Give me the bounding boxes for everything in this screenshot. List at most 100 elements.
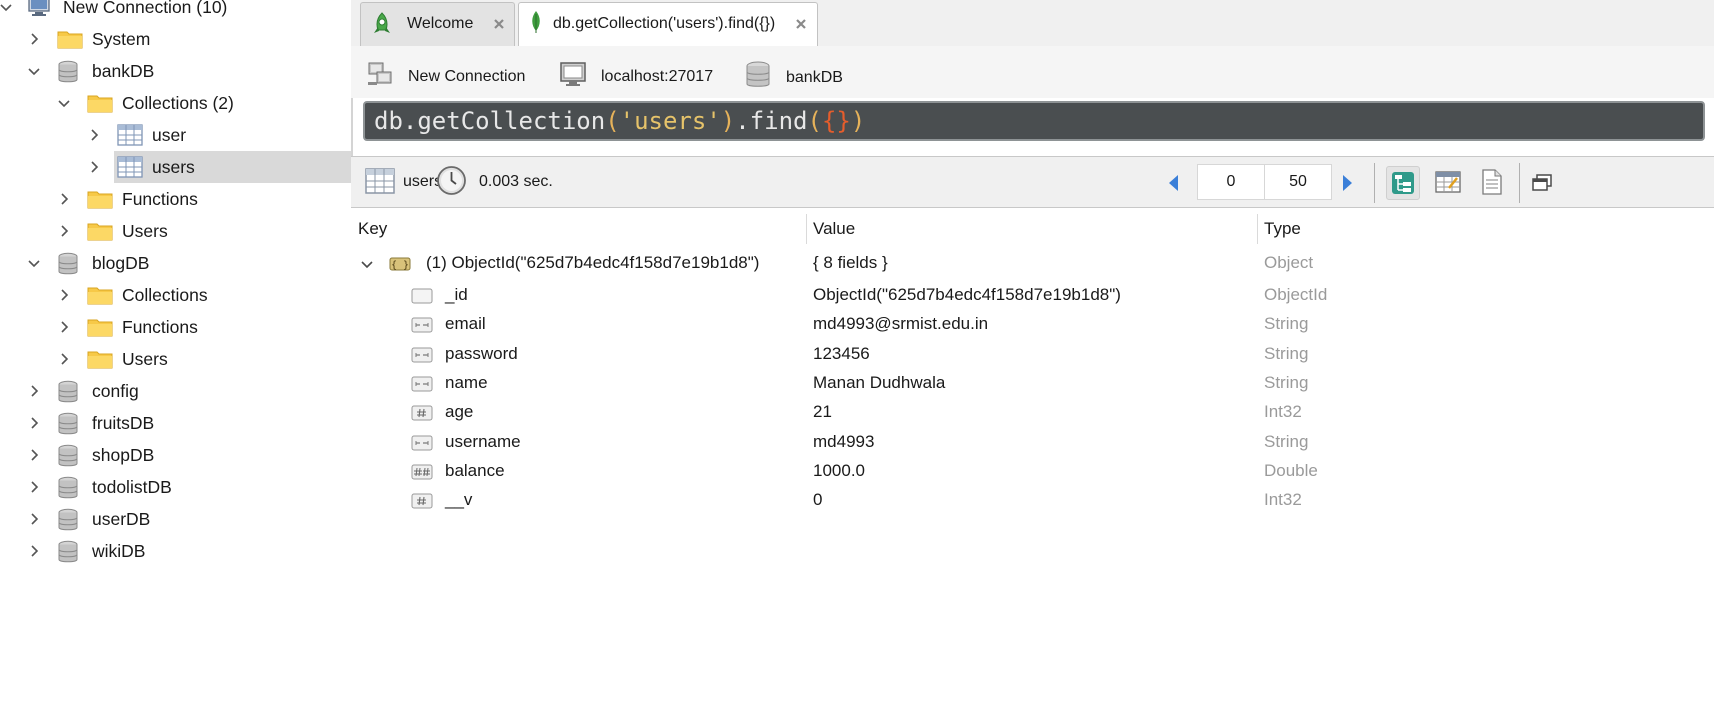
limit-input[interactable]: [1264, 164, 1332, 200]
sidebar-item-users[interactable]: users: [0, 151, 351, 183]
field-type: Int32: [1264, 402, 1302, 422]
sidebar-item-user[interactable]: user: [0, 119, 351, 151]
sidebar-item-functions[interactable]: Functions: [0, 183, 351, 215]
chevron-right-icon[interactable]: [87, 128, 101, 142]
sidebar-item-collections[interactable]: Collections: [0, 279, 351, 311]
sidebar-item-label: user: [152, 125, 187, 145]
connection-name: New Connection: [366, 60, 525, 93]
string-field-icon: [411, 347, 433, 368]
tab-welcome[interactable]: Welcome: [360, 2, 515, 46]
computer-icon: [27, 0, 53, 18]
field-row[interactable]: age 21 Int32: [351, 397, 1714, 429]
sidebar-item-config[interactable]: config: [0, 375, 351, 407]
database-icon: [744, 60, 772, 95]
sidebar-item-functions[interactable]: Functions: [0, 311, 351, 343]
sidebar-item-blogdb[interactable]: blogDB: [0, 247, 351, 279]
field-type: String: [1264, 372, 1309, 392]
document-value: { 8 fields }: [813, 253, 888, 272]
column-header-key[interactable]: Key: [351, 208, 806, 250]
field-type: ObjectId: [1264, 285, 1328, 304]
close-icon[interactable]: [794, 16, 808, 30]
field-key: email: [445, 314, 486, 334]
field-row[interactable]: email md4993@srmist.edu.in String: [351, 309, 1714, 341]
sidebar-item-system[interactable]: System: [0, 23, 351, 55]
sidebar-item-new-connection-10[interactable]: New Connection (10): [0, 0, 351, 23]
text-view-button[interactable]: [1475, 166, 1509, 200]
sidebar-item-users[interactable]: Users: [0, 343, 351, 375]
chevron-right-icon[interactable]: [27, 32, 41, 46]
sidebar-item-wikidb[interactable]: wikiDB: [0, 535, 351, 567]
field-value: md4993@srmist.edu.in: [813, 314, 989, 334]
sidebar-item-todolistdb[interactable]: todolistDB: [0, 471, 351, 503]
sidebar-item-shopdb[interactable]: shopDB: [0, 439, 351, 471]
sidebar-item-users[interactable]: Users: [0, 215, 351, 247]
column-header-type[interactable]: Type: [1257, 208, 1714, 250]
field-row[interactable]: _id ObjectId("625d7b4edc4f158d7e19b1d8") O…: [351, 280, 1714, 312]
folder-icon: [57, 28, 83, 50]
sidebar-item-collections-2[interactable]: Collections (2): [0, 87, 351, 119]
toolbar-divider: [1374, 163, 1375, 203]
tree-view-button[interactable]: [1386, 166, 1420, 200]
chevron-down-icon[interactable]: [27, 256, 41, 270]
database-icon: [57, 252, 83, 275]
field-row[interactable]: username md4993 String: [351, 427, 1714, 459]
robomongo-logo-icon: [371, 12, 393, 41]
query-function: db.getCollection: [374, 107, 606, 135]
field-key: name: [445, 372, 488, 392]
chevron-right-icon[interactable]: [87, 160, 101, 174]
close-icon[interactable]: [492, 16, 506, 30]
chevron-right-icon[interactable]: [57, 288, 71, 302]
column-header-value[interactable]: Value: [806, 208, 1257, 250]
sidebar-item-label: System: [92, 29, 151, 49]
collection-table-icon: [365, 167, 395, 200]
chevron-right-icon[interactable]: [27, 544, 41, 558]
chevron-down-icon[interactable]: [57, 96, 71, 110]
field-value: 123456: [813, 343, 870, 363]
database-icon: [57, 60, 83, 83]
previous-page-icon[interactable]: [1166, 173, 1180, 198]
chevron-right-icon[interactable]: [27, 448, 41, 462]
field-row[interactable]: name Manan Dudhwala String: [351, 368, 1714, 400]
tab-query[interactable]: db.getCollection('users').find({}): [518, 2, 818, 47]
field-row[interactable]: __v 0 Int32: [351, 485, 1714, 517]
toolbar-divider: [1519, 163, 1520, 203]
table-view-icon: [1435, 170, 1461, 199]
query-editor[interactable]: db.getCollection('users').find({}): [363, 101, 1705, 141]
connection-label: New Connection: [408, 67, 526, 85]
sidebar-item-label: Users: [122, 221, 168, 241]
sidebar-item-userdb[interactable]: userDB: [0, 503, 351, 535]
chevron-right-icon[interactable]: [57, 224, 71, 238]
document-root-row[interactable]: { } (1) ObjectId("625d7b4edc4f158d7e19b1…: [351, 248, 1714, 280]
database-icon: [57, 540, 83, 563]
database-icon: [57, 380, 83, 403]
sidebar-item-label: Users: [122, 349, 168, 369]
sidebar-item-bankdb[interactable]: bankDB: [0, 55, 351, 87]
chevron-right-icon[interactable]: [57, 320, 71, 334]
chevron-down-icon[interactable]: [0, 0, 13, 14]
chevron-right-icon[interactable]: [27, 512, 41, 526]
chevron-right-icon[interactable]: [27, 416, 41, 430]
chevron-right-icon[interactable]: [27, 384, 41, 398]
chevron-down-icon[interactable]: [27, 64, 41, 78]
next-page-icon[interactable]: [1341, 173, 1355, 198]
sidebar-item-label: shopDB: [92, 445, 155, 465]
chevron-down-icon[interactable]: [360, 257, 374, 277]
sidebar-item-fruitsdb[interactable]: fruitsDB: [0, 407, 351, 439]
chevron-right-icon[interactable]: [27, 480, 41, 494]
field-type: String: [1264, 343, 1309, 363]
query-method: .find: [735, 107, 808, 135]
skip-input[interactable]: [1197, 164, 1265, 200]
sidebar-item-label: Functions: [122, 317, 198, 337]
field-row[interactable]: password 123456 String: [351, 339, 1714, 371]
chevron-right-icon[interactable]: [57, 192, 71, 206]
field-type: Int32: [1264, 490, 1302, 510]
tab-label: Welcome: [407, 15, 474, 32]
field-value: Manan Dudhwala: [813, 372, 946, 392]
sidebar-item-label: userDB: [92, 509, 151, 529]
field-row[interactable]: balance 1000.0 Double: [351, 456, 1714, 488]
field-value: 21: [813, 402, 832, 422]
chevron-right-icon[interactable]: [57, 352, 71, 366]
table-view-button[interactable]: [1431, 166, 1465, 200]
sidebar-item-label: bankDB: [92, 61, 155, 81]
maximize-icon[interactable]: [1531, 173, 1553, 198]
